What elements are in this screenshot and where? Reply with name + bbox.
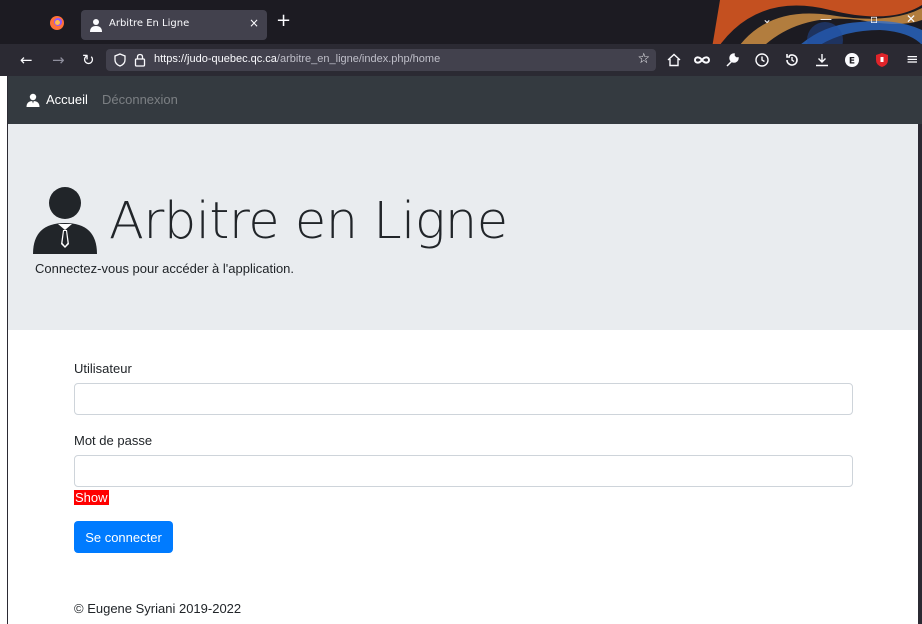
page-scrollbar[interactable] — [918, 124, 922, 624]
infinity-icon[interactable] — [694, 52, 710, 68]
minimize-icon[interactable]: — — [820, 12, 832, 26]
svg-text:E: E — [849, 57, 855, 67]
tab-title: Arbitre En Ligne — [109, 18, 190, 29]
lock-icon[interactable] — [134, 53, 146, 67]
maximize-icon[interactable]: ▫ — [870, 12, 878, 26]
user-icon — [26, 93, 40, 107]
close-icon[interactable]: × — [249, 16, 259, 30]
new-tab-button[interactable]: + — [276, 10, 291, 32]
user-icon — [90, 19, 102, 32]
page-left-edge — [0, 76, 8, 624]
close-window-icon[interactable]: ✕ — [906, 12, 916, 26]
hero-banner: Arbitre en Ligne Connectez-vous pour acc… — [8, 124, 918, 330]
page-title: Arbitre en Ligne — [109, 192, 508, 251]
url-text[interactable]: https://judo-quebec.qc.ca/arbitre_en_lig… — [154, 53, 440, 65]
nav-home-link[interactable]: Accueil — [46, 92, 88, 107]
footer-copyright: © Eugene Syriani 2019-2022 — [74, 601, 242, 616]
clock-icon[interactable] — [754, 52, 770, 68]
back-icon[interactable]: ← — [20, 51, 33, 69]
shield-icon[interactable] — [114, 53, 126, 67]
nav-logout-link[interactable]: Déconnexion — [102, 92, 178, 107]
download-icon[interactable] — [814, 52, 830, 68]
chevron-down-icon[interactable]: ⌄ — [762, 12, 772, 26]
reload-icon[interactable]: ↻ — [82, 51, 95, 69]
browser-tab-strip: Arbitre En Ligne × + ⌄ — ▫ ✕ — [0, 0, 922, 90]
username-label: Utilisateur — [74, 361, 132, 376]
password-label: Mot de passe — [74, 433, 153, 448]
ublock-icon[interactable] — [874, 52, 890, 68]
url-bar[interactable]: https://judo-quebec.qc.ca/arbitre_en_lig… — [106, 49, 656, 71]
firefox-icon[interactable] — [49, 15, 65, 31]
show-password-toggle[interactable]: Show — [74, 490, 109, 505]
star-icon[interactable]: ☆ — [637, 51, 650, 67]
site-navbar: Accueil Déconnexion — [8, 76, 922, 124]
login-button[interactable]: Se connecter — [74, 521, 173, 553]
tab-arbitre[interactable]: Arbitre En Ligne × — [81, 10, 267, 40]
menu-icon[interactable]: ≡ — [906, 50, 919, 68]
url-host: https://judo-quebec.qc.ca — [154, 53, 277, 65]
home-icon[interactable] — [666, 52, 682, 68]
url-path: /arbitre_en_ligne/index.php/home — [276, 53, 441, 65]
forward-icon[interactable]: → — [52, 51, 65, 69]
wrench-icon[interactable] — [724, 52, 740, 68]
password-field[interactable] — [74, 455, 853, 487]
history-icon[interactable] — [784, 52, 800, 68]
username-field[interactable] — [74, 383, 853, 415]
page-subtitle: Connectez-vous pour accéder à l'applicat… — [35, 261, 295, 276]
user-tie-icon — [33, 187, 97, 254]
extension-icon[interactable]: E — [844, 52, 860, 68]
